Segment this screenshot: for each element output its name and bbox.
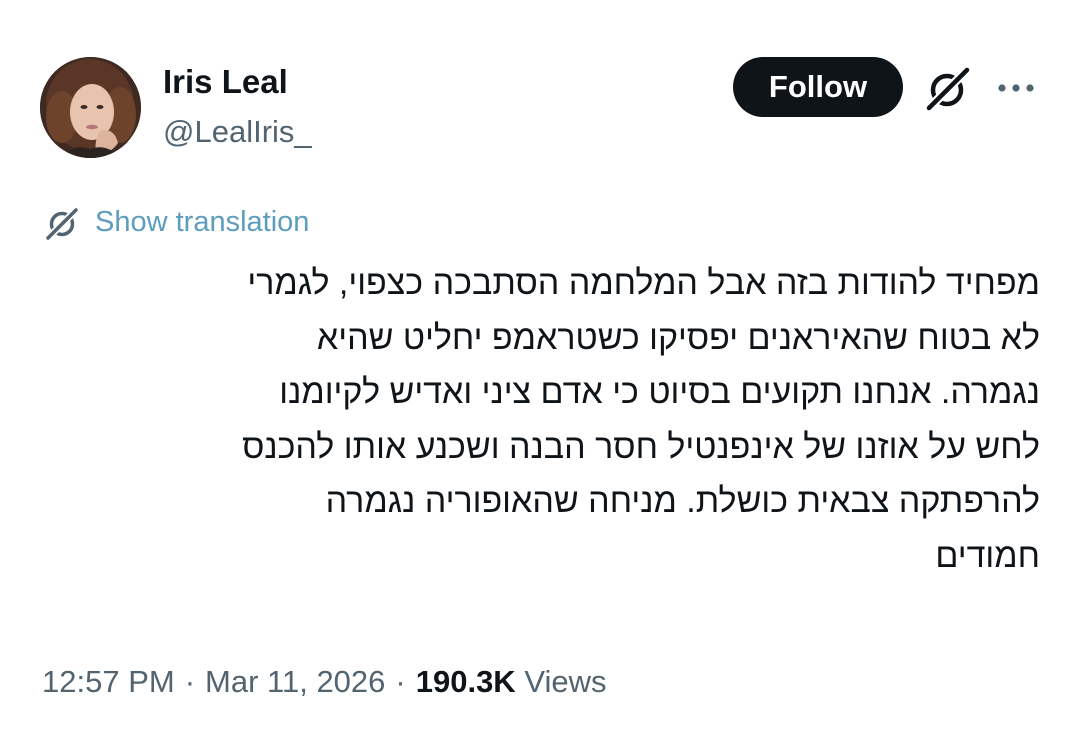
show-translation-label[interactable]: Show translation <box>95 202 309 242</box>
tweet: Iris Leal @LealIris_ Follow Show transla… <box>0 0 1073 747</box>
tweet-meta: 12:57 PM · Mar 11, 2026 · 190.3K Views <box>42 660 606 704</box>
views-label: Views <box>524 664 607 699</box>
meta-separator: · <box>395 664 406 699</box>
tweet-text-line: להרפתקה צבאית כושלת. מניחה שהאופוריה נגמ… <box>325 482 1040 520</box>
author-name[interactable]: Iris Leal <box>163 62 288 102</box>
more-dots-icon[interactable] <box>994 70 1038 106</box>
grok-icon <box>42 204 82 242</box>
meta-separator: · <box>184 664 196 699</box>
views-count: 190.3K <box>415 664 516 699</box>
grok-icon[interactable] <box>920 64 974 114</box>
tweet-text: מפחיד להודות בזה אבל המלחמה הסתבכה כצפוי… <box>50 256 1040 583</box>
tweet-date[interactable]: Mar 11, 2026 <box>205 664 385 699</box>
tweet-text-line: חמודים <box>935 536 1040 575</box>
tweet-text-line: מפחיד להודות בזה אבל המלחמה הסתבכה כצפוי… <box>247 264 1040 302</box>
follow-button[interactable]: Follow <box>733 57 903 117</box>
avatar[interactable] <box>40 57 141 158</box>
avatar-image <box>40 57 141 158</box>
tweet-text-line: לא בטוח שהאיראנים יפסיקו כשטראמפ יחליט ש… <box>316 318 1040 357</box>
author-handle[interactable]: @LealIris_ <box>163 112 312 152</box>
tweet-text-line: נגמרה. אנחנו תקועים בסיוט כי אדם ציני וא… <box>279 373 1040 411</box>
tweet-text-line: לחש על אוזנו של אינפנטיל חסר הבנה ושכנע … <box>242 427 1040 466</box>
tweet-time[interactable]: 12:57 PM <box>42 664 175 699</box>
